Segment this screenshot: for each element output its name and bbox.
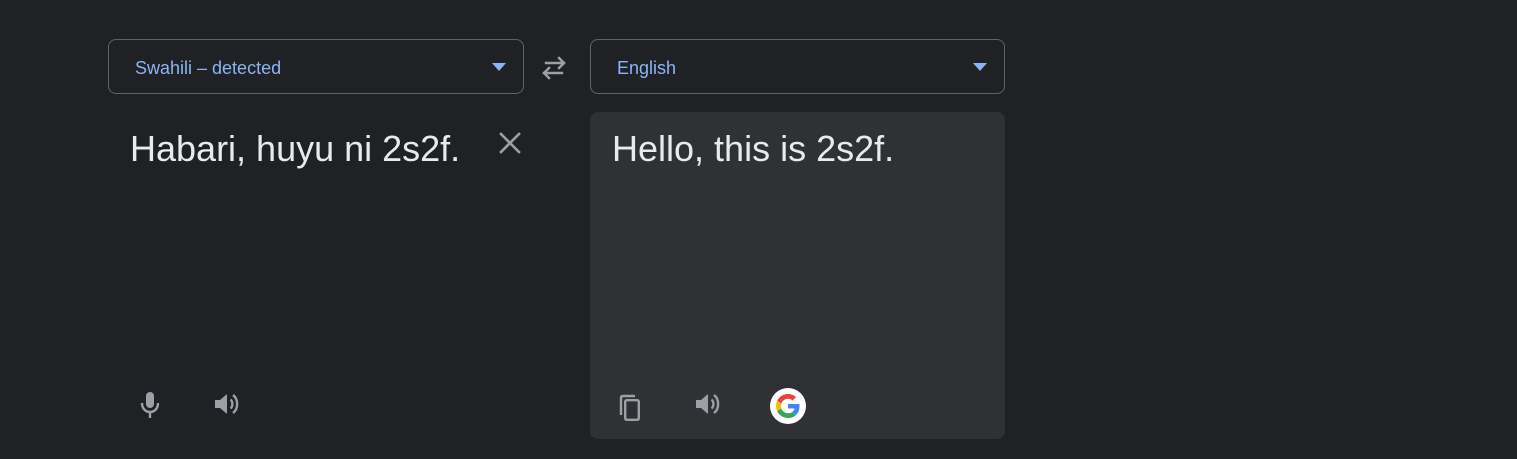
listen-source-button[interactable] [209,386,245,422]
clear-source-button[interactable] [496,129,524,157]
google-g-icon [776,394,800,418]
speaker-icon [696,394,720,414]
close-icon [499,132,521,154]
google-logo-button[interactable] [770,388,806,424]
listen-translation-button[interactable] [690,386,726,422]
chevron-down-icon [973,63,987,71]
swap-arrows-icon [542,56,566,80]
source-language-select[interactable]: Swahili – detected [108,39,524,94]
translation-panel: Hello, this is 2s2f. [590,112,1005,439]
swap-languages-button[interactable] [538,54,570,82]
voice-input-button[interactable] [132,386,168,422]
translate-page: Swahili – detected English Habari, huyu … [0,0,1517,459]
copy-icon [619,394,641,422]
target-language-label: English [617,58,677,78]
copy-translation-button[interactable] [612,389,648,425]
translation-output: Hello, this is 2s2f. [612,128,895,169]
target-language-select[interactable]: English [590,39,1005,94]
speaker-icon [215,394,239,414]
source-language-label: Swahili – detected [135,58,282,78]
chevron-down-icon [492,63,506,71]
microphone-icon [140,392,160,418]
source-text-input[interactable]: Habari, huyu ni 2s2f. [130,124,470,174]
